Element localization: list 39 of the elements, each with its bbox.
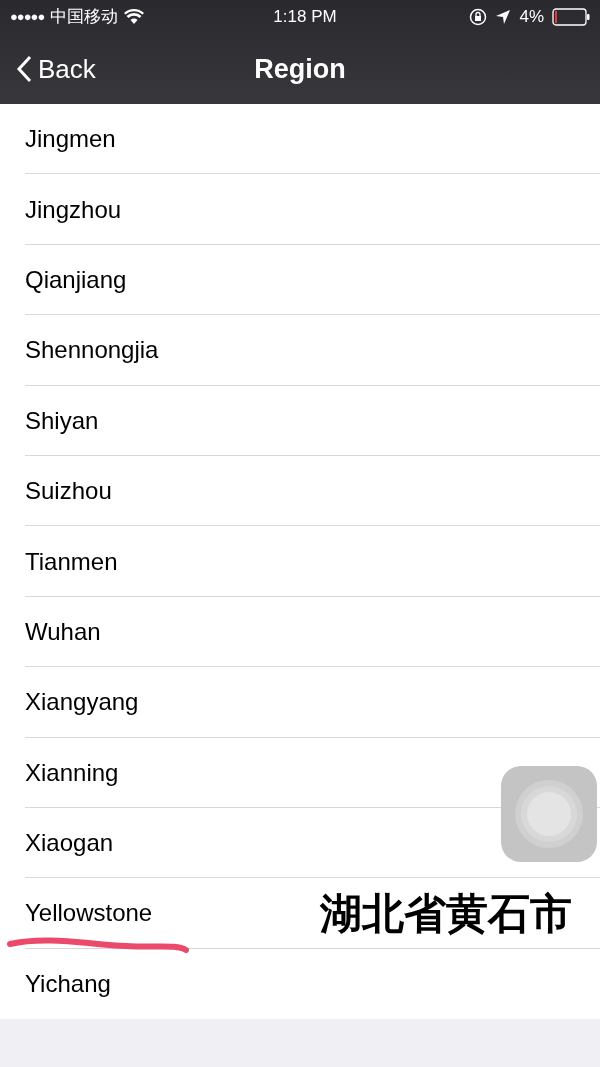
region-name: Jingzhou — [25, 194, 122, 225]
carrier-name: 中国移动 — [50, 6, 119, 29]
region-name: Yichang — [25, 968, 111, 999]
region-row[interactable]: Xiaogan — [0, 807, 600, 879]
region-name: Shennongjia — [25, 335, 159, 366]
region-name: Xiaogan — [25, 828, 114, 859]
assistive-touch-button[interactable] — [501, 766, 597, 862]
region-row[interactable]: Jingmen — [0, 104, 600, 175]
region-row[interactable]: Yichang — [0, 948, 600, 1020]
region-row[interactable]: Yellowstone 湖北省黄石市 — [0, 878, 600, 949]
signal-dots: ●●●●● — [10, 8, 45, 27]
region-name: Yellowstone — [25, 898, 153, 929]
back-button[interactable]: Back — [0, 49, 96, 89]
nav-title: Region — [254, 52, 346, 86]
circle-icon — [514, 779, 584, 849]
region-name: Shiyan — [25, 405, 99, 436]
status-time: 1:18 PM — [272, 6, 338, 29]
region-name: Suizhou — [25, 476, 112, 507]
region-row[interactable]: Suizhou — [0, 455, 600, 527]
annotation-text: 湖北省黄石市 — [320, 888, 572, 940]
wifi-icon — [124, 9, 145, 25]
location-arrow-icon — [495, 9, 512, 25]
region-name: Qianjiang — [25, 264, 127, 295]
region-name: Xiangyang — [25, 687, 139, 718]
rotation-lock-icon — [469, 8, 488, 26]
region-name: Xianning — [25, 757, 119, 788]
region-row[interactable]: Shennongjia — [0, 315, 600, 386]
battery-icon — [552, 8, 590, 26]
region-row[interactable]: Tianmen — [0, 526, 600, 597]
region-row[interactable]: Shiyan — [0, 385, 600, 456]
region-row[interactable]: Qianjiang — [0, 244, 600, 316]
region-name: Jingmen — [25, 124, 116, 155]
region-row[interactable]: Wuhan — [0, 596, 600, 668]
region-name: Tianmen — [25, 546, 118, 577]
region-row[interactable]: Jingzhou — [0, 174, 600, 245]
chevron-left-icon — [16, 55, 32, 83]
region-row[interactable]: Xiangyang — [0, 667, 600, 738]
region-name: Wuhan — [25, 616, 101, 647]
battery-percentage: 4% — [519, 6, 544, 29]
